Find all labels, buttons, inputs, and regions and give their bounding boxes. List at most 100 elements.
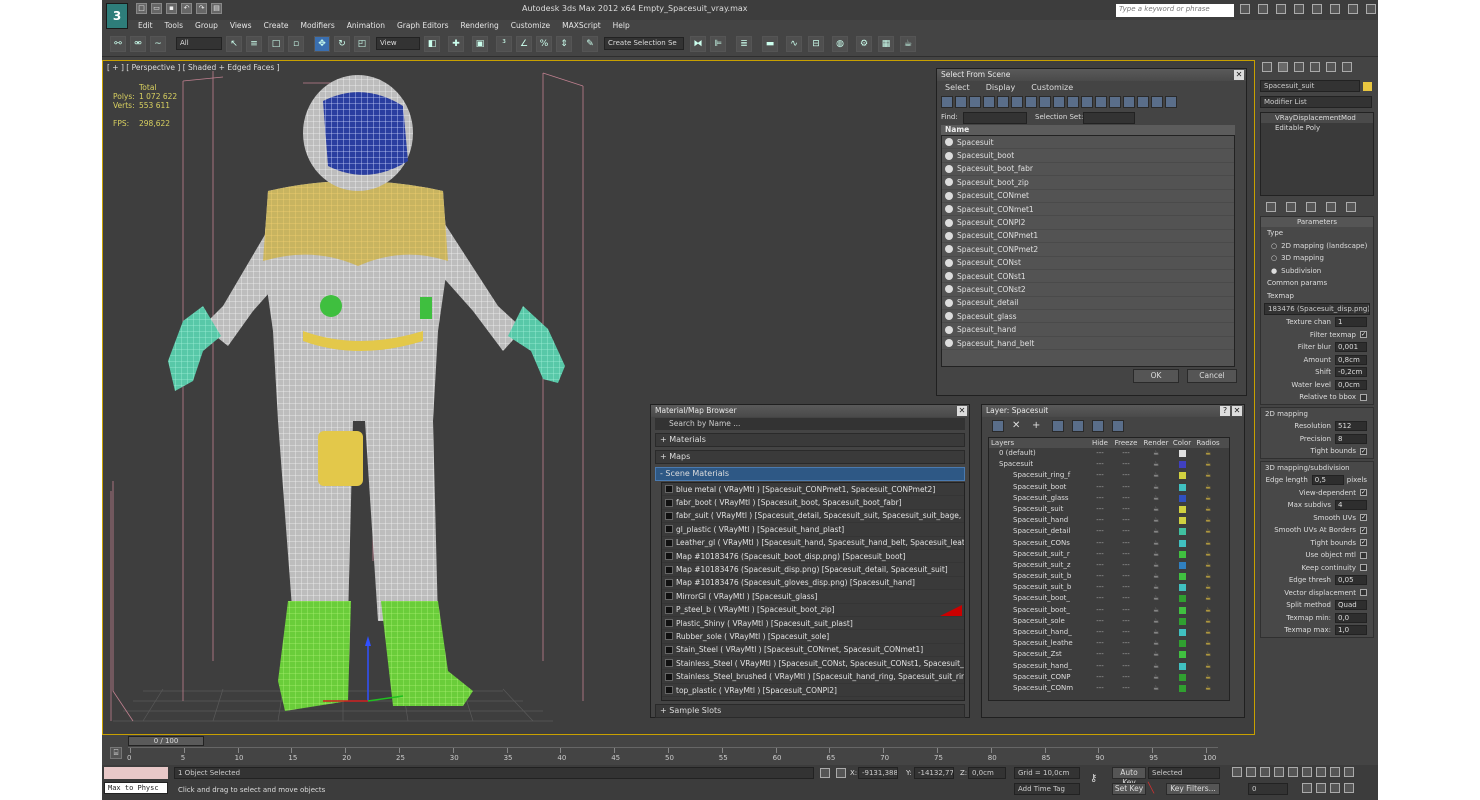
radiosity-toggle[interactable]: ☕ — [1193, 549, 1223, 560]
layer-color-swatch[interactable] — [1171, 448, 1193, 459]
delete-layer-icon[interactable]: ✕ — [1012, 420, 1024, 432]
layer-row[interactable]: Spacesuit_hand --- --- ☕ ☕ — [989, 515, 1229, 526]
list-item[interactable]: Plastic_Shiny ( VRayMtl ) [Spacesuit_sui… — [662, 617, 964, 631]
layer-color-swatch[interactable] — [1171, 593, 1193, 604]
next-frame-icon[interactable] — [1274, 767, 1284, 777]
go-to-start-icon[interactable] — [1232, 767, 1242, 777]
radiosity-toggle[interactable]: ☕ — [1193, 482, 1223, 493]
material-search-input[interactable]: Search by Name ... — [655, 418, 965, 430]
mini-curve-editor-icon[interactable]: ⌸ — [110, 747, 122, 759]
menu-tools[interactable]: Tools — [159, 20, 189, 32]
freeze-toggle[interactable]: --- — [1111, 482, 1141, 493]
zoom-extents-icon[interactable] — [1330, 767, 1340, 777]
radiosity-toggle[interactable]: ☕ — [1193, 526, 1223, 537]
hide-toggle[interactable]: --- — [1089, 627, 1111, 638]
list-item[interactable]: Spacesuit_boot — [942, 149, 1234, 163]
rotate-icon[interactable]: ↻ — [334, 36, 350, 52]
go-to-end-icon[interactable] — [1288, 767, 1298, 777]
radiosity-toggle[interactable]: ☕ — [1193, 538, 1223, 549]
param-checkbox[interactable] — [1360, 564, 1367, 572]
hide-toggle[interactable]: --- — [1089, 672, 1111, 683]
unlink-icon[interactable]: ⚮ — [130, 36, 146, 52]
radiosity-toggle[interactable]: ☕ — [1193, 661, 1223, 672]
menu-customize[interactable]: Customize — [505, 20, 556, 32]
menu-help[interactable]: Help — [607, 20, 636, 32]
param-checkbox[interactable]: ✓ — [1360, 489, 1367, 497]
list-item[interactable]: fabr_suit ( VRayMtl ) [Spacesuit_detail,… — [662, 510, 964, 524]
param-spinner[interactable]: 8 — [1335, 433, 1367, 444]
layer-color-swatch[interactable] — [1171, 560, 1193, 571]
hide-toggle[interactable]: --- — [1089, 549, 1111, 560]
hide-toggle[interactable]: --- — [1089, 571, 1111, 582]
material-editor-icon[interactable]: ◍ — [832, 36, 848, 52]
key-filters-button[interactable]: Key Filters... — [1166, 783, 1220, 795]
modifier-list-dropdown[interactable]: Modifier List — [1260, 96, 1372, 108]
layer-color-swatch[interactable] — [1171, 672, 1193, 683]
layer-color-swatch[interactable] — [1171, 459, 1193, 470]
list-item[interactable]: blue metal ( VRayMtl ) [Spacesuit_CONPme… — [662, 483, 964, 497]
undo-icon[interactable]: ↶ — [181, 3, 192, 14]
column-radiosity[interactable]: Radios — [1193, 438, 1223, 448]
list-item[interactable]: Spacesuit_CONmet — [942, 190, 1234, 203]
render-toggle[interactable]: ☕ — [1141, 593, 1171, 604]
hide-all-layers-icon[interactable] — [1092, 420, 1104, 432]
freeze-toggle[interactable]: --- — [1111, 605, 1141, 616]
time-slider-handle[interactable]: 0 / 100 — [128, 736, 204, 746]
param-checkbox[interactable] — [1360, 393, 1367, 401]
layer-color-swatch[interactable] — [1171, 504, 1193, 515]
layer-row[interactable]: Spacesuit_CONs --- --- ☕ ☕ — [989, 538, 1229, 549]
list-item[interactable]: Map #10183476 (Spacesuit_disp.png) [Spac… — [662, 563, 964, 577]
hide-toggle[interactable]: --- — [1089, 493, 1111, 504]
freeze-toggle[interactable]: --- — [1111, 683, 1141, 694]
x-coordinate-field[interactable]: -9131,388c — [858, 767, 898, 779]
communication-icon[interactable] — [1276, 4, 1286, 14]
scale-icon[interactable]: ◰ — [354, 36, 370, 52]
render-toggle[interactable]: ☕ — [1141, 638, 1171, 649]
freeze-toggle[interactable]: --- — [1111, 526, 1141, 537]
menu-edit[interactable]: Edit — [132, 20, 159, 32]
hide-toggle[interactable]: --- — [1089, 526, 1111, 537]
param-checkbox[interactable]: ✓ — [1360, 539, 1367, 547]
freeze-toggle[interactable]: --- — [1111, 593, 1141, 604]
spacesuit-model[interactable] — [103, 61, 643, 734]
param-spinner[interactable]: 4 — [1335, 500, 1367, 511]
set-key-mode-icon[interactable]: ⚷ — [1090, 773, 1097, 784]
open-file-icon[interactable]: ▭ — [151, 3, 162, 14]
menu-maxscript[interactable]: MAXScript — [556, 20, 607, 32]
sync-selection-icon[interactable] — [1151, 96, 1163, 108]
radiosity-toggle[interactable]: ☕ — [1193, 672, 1223, 683]
hide-toggle[interactable]: --- — [1089, 459, 1111, 470]
display-groups-icon[interactable] — [1025, 96, 1037, 108]
list-item[interactable]: fabr_boot ( VRayMtl ) [Spacesuit_boot, S… — [662, 496, 964, 510]
radiosity-toggle[interactable]: ☕ — [1193, 560, 1223, 571]
display-cameras-icon[interactable] — [983, 96, 995, 108]
radiosity-toggle[interactable]: ☕ — [1193, 493, 1223, 504]
render-toggle[interactable]: ☕ — [1141, 448, 1171, 459]
layer-row[interactable]: Spacesuit_detail --- --- ☕ ☕ — [989, 526, 1229, 537]
angle-snap-icon[interactable]: ∠ — [516, 36, 532, 52]
radiosity-toggle[interactable]: ☕ — [1193, 582, 1223, 593]
layer-color-swatch[interactable] — [1171, 661, 1193, 672]
y-coordinate-field[interactable]: -14132,77 — [914, 767, 954, 779]
menu-animation[interactable]: Animation — [341, 20, 391, 32]
menu-create[interactable]: Create — [258, 20, 295, 32]
hide-toggle[interactable]: --- — [1089, 638, 1111, 649]
column-hide[interactable]: Hide — [1089, 438, 1111, 448]
previous-frame-icon[interactable] — [1246, 767, 1256, 777]
add-to-layer-icon[interactable]: + — [1032, 420, 1044, 432]
layer-color-swatch[interactable] — [1171, 493, 1193, 504]
group-sample-slots[interactable]: + Sample Slots — [655, 704, 965, 718]
rendered-frame-window-icon[interactable]: ▦ — [878, 36, 894, 52]
auto-key-button[interactable]: Auto Key — [1112, 767, 1146, 787]
radiosity-toggle[interactable]: ☕ — [1193, 515, 1223, 526]
layer-row[interactable]: Spacesuit_boot --- --- ☕ ☕ — [989, 482, 1229, 493]
column-freeze[interactable]: Freeze — [1111, 438, 1141, 448]
display-containers-icon[interactable] — [1067, 96, 1079, 108]
list-item[interactable]: Stainless_Steel_brushed ( VRayMtl ) [Spa… — [662, 670, 964, 684]
list-item[interactable]: Spacesuit_CONst2 — [942, 283, 1234, 297]
select-link-icon[interactable]: ⚯ — [110, 36, 126, 52]
pin-stack-icon[interactable] — [1266, 202, 1276, 212]
freeze-toggle[interactable]: --- — [1111, 661, 1141, 672]
list-item[interactable]: gl_plastic ( VRayMtl ) [Spacesuit_hand_p… — [662, 523, 964, 537]
make-unique-icon[interactable] — [1306, 202, 1316, 212]
